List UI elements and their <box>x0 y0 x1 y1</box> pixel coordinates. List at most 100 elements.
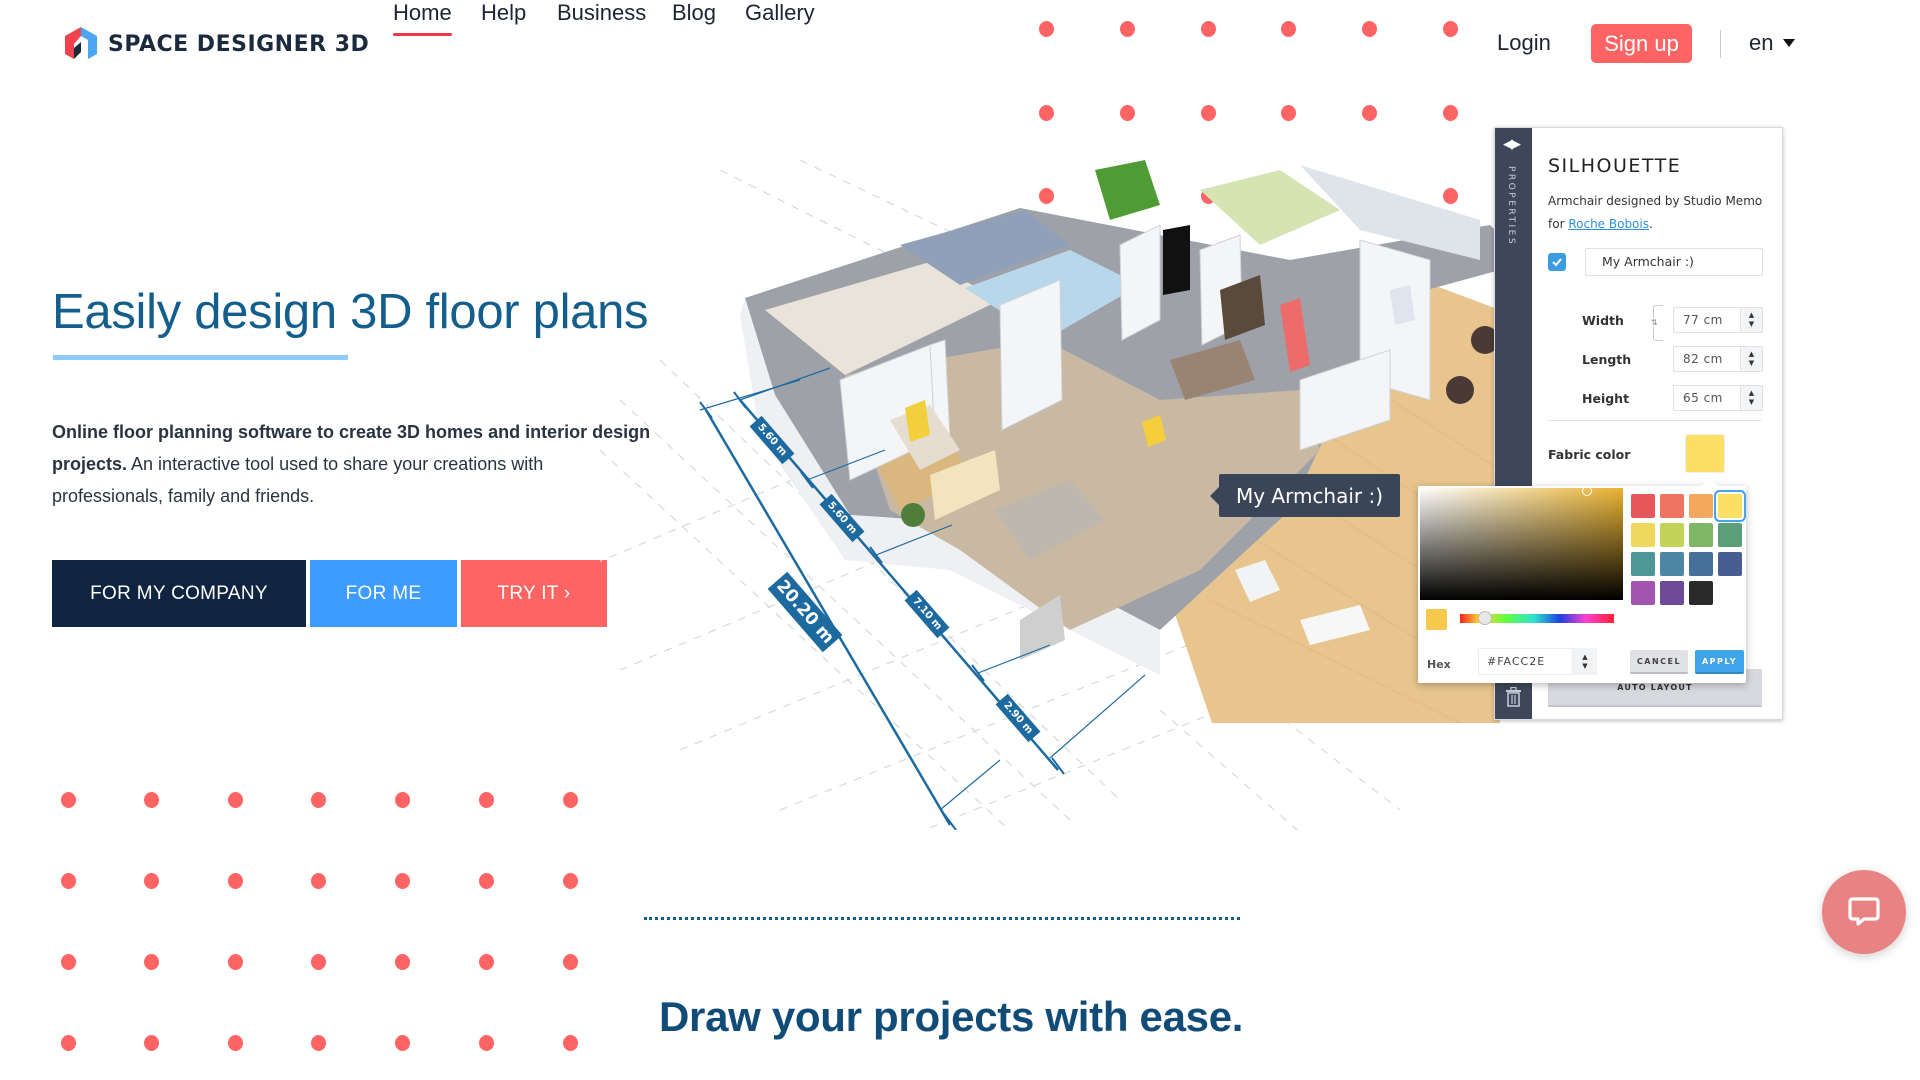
visibility-checkbox[interactable] <box>1548 253 1566 271</box>
wall-tv <box>1163 225 1190 295</box>
link-icon: ⇅ <box>1651 318 1658 327</box>
logo[interactable]: SPACE DESIGNER 3D <box>64 26 369 62</box>
decorative-dot <box>395 792 410 808</box>
object-title: SILHOUETTE <box>1548 155 1682 177</box>
palette-swatch[interactable] <box>1689 581 1713 605</box>
description-suffix: . <box>1649 217 1653 231</box>
object-description: Armchair designed by Studio Memo for Roc… <box>1548 190 1778 236</box>
designer-link[interactable]: Roche Bobois <box>1568 217 1649 231</box>
palette-swatch[interactable] <box>1631 552 1655 576</box>
hex-stepper[interactable]: ▲ ▼ <box>1573 648 1597 675</box>
decorative-dot <box>563 792 578 808</box>
current-color-swatch <box>1426 609 1447 630</box>
palette-swatch[interactable] <box>1689 523 1713 547</box>
saturation-value-area[interactable] <box>1420 486 1623 600</box>
nav-business[interactable]: Business <box>557 0 646 26</box>
decorative-dot <box>61 1035 76 1051</box>
object-name-input[interactable]: My Armchair :) <box>1585 248 1763 276</box>
width-value: 77 cm <box>1683 313 1723 327</box>
palette-swatch[interactable] <box>1631 494 1655 518</box>
hex-input[interactable]: #FACC2E <box>1478 648 1573 675</box>
signup-button[interactable]: Sign up <box>1591 24 1692 63</box>
decorative-dot <box>228 954 243 970</box>
chevron-up-icon: ▲ <box>1748 311 1755 319</box>
decorative-dot <box>395 954 410 970</box>
palette-swatch[interactable] <box>1631 581 1655 605</box>
chevron-down-icon: ▼ <box>1582 661 1588 670</box>
armchair-tooltip: My Armchair :) <box>1210 474 1400 517</box>
width-stepper[interactable]: ▲ ▼ <box>1740 308 1762 332</box>
decorative-dot <box>563 954 578 970</box>
decorative-dot <box>1201 105 1216 121</box>
palette-swatch[interactable] <box>1631 523 1655 547</box>
color-palette <box>1631 494 1742 605</box>
chat-bubble-icon <box>1848 897 1880 926</box>
hue-slider-handle[interactable] <box>1478 611 1492 625</box>
decorative-dot <box>1443 105 1458 121</box>
decorative-dot <box>1039 21 1054 37</box>
chat-button[interactable] <box>1822 870 1906 954</box>
nav-divider <box>1720 30 1721 58</box>
try-it-button[interactable]: TRY IT › <box>461 560 607 627</box>
length-value: 82 cm <box>1683 352 1723 366</box>
trash-icon[interactable] <box>1505 687 1522 707</box>
nav-blog[interactable]: Blog <box>672 0 716 26</box>
height-label: Height <box>1582 391 1630 406</box>
chevron-down-icon: ▼ <box>1748 398 1755 406</box>
sv-handle[interactable] <box>1582 486 1592 496</box>
collapse-arrows-icon[interactable]: ◀▶ <box>1503 136 1521 152</box>
height-stepper[interactable]: ▲ ▼ <box>1740 386 1762 410</box>
chevron-down-icon: ▼ <box>1748 320 1755 328</box>
properties-tab-label: PROPERTIES <box>1506 166 1516 247</box>
width-label: Width <box>1582 313 1624 328</box>
caret-down-icon <box>1783 39 1796 47</box>
palette-swatch[interactable] <box>1689 552 1713 576</box>
color-picker-popup: Hex #FACC2E ▲ ▼ CANCEL APPLY <box>1418 478 1746 683</box>
decorative-dot <box>563 873 578 889</box>
for-me-button[interactable]: FOR ME <box>310 560 457 627</box>
decorative-dot <box>1120 21 1135 37</box>
length-stepper[interactable]: ▲ ▼ <box>1740 347 1762 371</box>
for-my-company-button[interactable]: FOR MY COMPANY <box>52 560 306 627</box>
palette-swatch[interactable] <box>1718 523 1742 547</box>
decorative-dot <box>1281 21 1296 37</box>
length-label: Length <box>1582 352 1632 367</box>
apply-button[interactable]: APPLY <box>1695 650 1744 674</box>
nav-home[interactable]: Home <box>393 0 452 36</box>
checkmark-icon <box>1552 258 1562 267</box>
palette-swatch[interactable] <box>1718 494 1742 518</box>
login-link[interactable]: Login <box>1497 30 1551 56</box>
decorative-dot <box>311 954 326 970</box>
nav-help[interactable]: Help <box>481 0 526 26</box>
height-input[interactable]: 65 cm ▲ ▼ <box>1673 385 1763 411</box>
decorative-dot <box>563 1035 578 1051</box>
decorative-dot <box>144 954 159 970</box>
chevron-up-icon: ▲ <box>1748 350 1755 358</box>
link-dimensions-toggle[interactable]: ⇅ <box>1651 305 1663 341</box>
decorative-dot <box>395 1035 410 1051</box>
decorative-dot <box>479 954 494 970</box>
plant <box>901 503 925 527</box>
hue-slider[interactable] <box>1460 611 1614 625</box>
palette-swatch[interactable] <box>1718 552 1742 576</box>
palette-swatch[interactable] <box>1660 581 1684 605</box>
palette-swatch[interactable] <box>1660 523 1684 547</box>
decorative-dot <box>1362 21 1377 37</box>
height-value: 65 cm <box>1683 391 1723 405</box>
language-selector[interactable]: en <box>1749 30 1796 56</box>
decorative-dot <box>1362 105 1377 121</box>
chevron-up-icon: ▲ <box>1582 652 1588 661</box>
chevron-down-icon: ▼ <box>1748 359 1755 367</box>
decorative-dot <box>228 792 243 808</box>
cancel-button[interactable]: CANCEL <box>1630 650 1688 674</box>
width-input[interactable]: 77 cm ▲ ▼ <box>1673 307 1763 333</box>
length-input[interactable]: 82 cm ▲ ▼ <box>1673 346 1763 372</box>
decorative-dot <box>479 1035 494 1051</box>
hero-title: Easily design 3D floor plans <box>52 285 649 339</box>
nav-gallery[interactable]: Gallery <box>745 0 815 26</box>
palette-swatch[interactable] <box>1689 494 1713 518</box>
palette-swatch[interactable] <box>1660 494 1684 518</box>
fabric-color-swatch[interactable] <box>1686 435 1724 472</box>
hero-title-underline <box>53 355 348 360</box>
palette-swatch[interactable] <box>1660 552 1684 576</box>
